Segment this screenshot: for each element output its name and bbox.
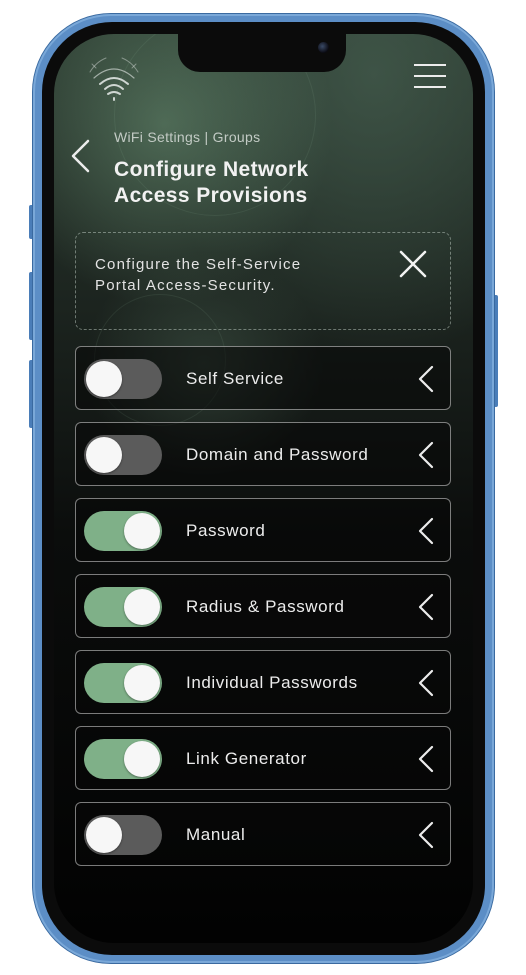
chevron-left-icon[interactable]	[416, 365, 436, 393]
toggle-knob	[124, 665, 160, 701]
domain-and-password-toggle[interactable]	[84, 435, 162, 475]
option-row-domain-and-password[interactable]: Domain and Password	[75, 422, 451, 486]
option-row-individual-passwords[interactable]: Individual Passwords	[75, 650, 451, 714]
option-label: Domain and Password	[186, 445, 369, 464]
access-option-list: Self Service Domain and Password Passwor…	[75, 346, 451, 878]
toggle-knob	[86, 817, 122, 853]
option-label: Radius & Password	[186, 597, 345, 616]
chevron-left-icon[interactable]	[416, 517, 436, 545]
self-service-toggle[interactable]	[84, 359, 162, 399]
notch	[178, 34, 346, 72]
chevron-left-icon[interactable]	[416, 821, 436, 849]
individual-passwords-toggle[interactable]	[84, 663, 162, 703]
page-title-line-1: Configure Network	[114, 158, 309, 181]
chevron-left-icon[interactable]	[416, 441, 436, 469]
info-line-1: Configure the Self-Service	[95, 256, 302, 273]
option-label: Password	[186, 521, 266, 540]
breadcrumb: WiFi Settings | Groups	[114, 129, 261, 145]
option-label: Individual Passwords	[186, 673, 358, 692]
front-camera	[318, 42, 329, 53]
option-row-radius-and-password[interactable]: Radius & Password	[75, 574, 451, 638]
toggle-knob	[124, 741, 160, 777]
option-label: Link Generator	[186, 749, 307, 768]
manual-toggle[interactable]	[84, 815, 162, 855]
info-card: Configure the Self-Service Portal Access…	[75, 232, 451, 330]
close-icon[interactable]	[398, 249, 428, 279]
password-toggle[interactable]	[84, 511, 162, 551]
menu-bar	[414, 64, 446, 66]
option-label: Manual	[186, 825, 246, 844]
toggle-knob	[86, 437, 122, 473]
page-title: Configure Network Access Provisions	[114, 157, 394, 209]
option-label: Self Service	[186, 369, 284, 388]
option-row-password[interactable]: Password	[75, 498, 451, 562]
toggle-knob	[124, 589, 160, 625]
menu-bar	[414, 75, 446, 77]
chevron-left-icon[interactable]	[416, 593, 436, 621]
option-row-link-generator[interactable]: Link Generator	[75, 726, 451, 790]
menu-bar	[414, 86, 446, 88]
info-text: Configure the Self-Service Portal Access…	[95, 254, 365, 296]
radius-and-password-toggle[interactable]	[84, 587, 162, 627]
chevron-left-icon[interactable]	[416, 669, 436, 697]
chevron-left-icon[interactable]	[416, 745, 436, 773]
app-screen: WiFi Settings | Groups Configure Network…	[54, 34, 473, 943]
option-row-manual[interactable]: Manual	[75, 802, 451, 866]
page-title-line-2: Access Provisions	[114, 184, 308, 207]
option-row-self-service[interactable]: Self Service	[75, 346, 451, 410]
toggle-knob	[86, 361, 122, 397]
toggle-knob	[124, 513, 160, 549]
info-line-2: Portal Access-Security.	[95, 277, 276, 294]
link-generator-toggle[interactable]	[84, 739, 162, 779]
back-chevron-icon[interactable]	[68, 138, 94, 174]
hamburger-menu-icon[interactable]	[414, 64, 448, 90]
wifi-logo-icon	[89, 57, 139, 101]
